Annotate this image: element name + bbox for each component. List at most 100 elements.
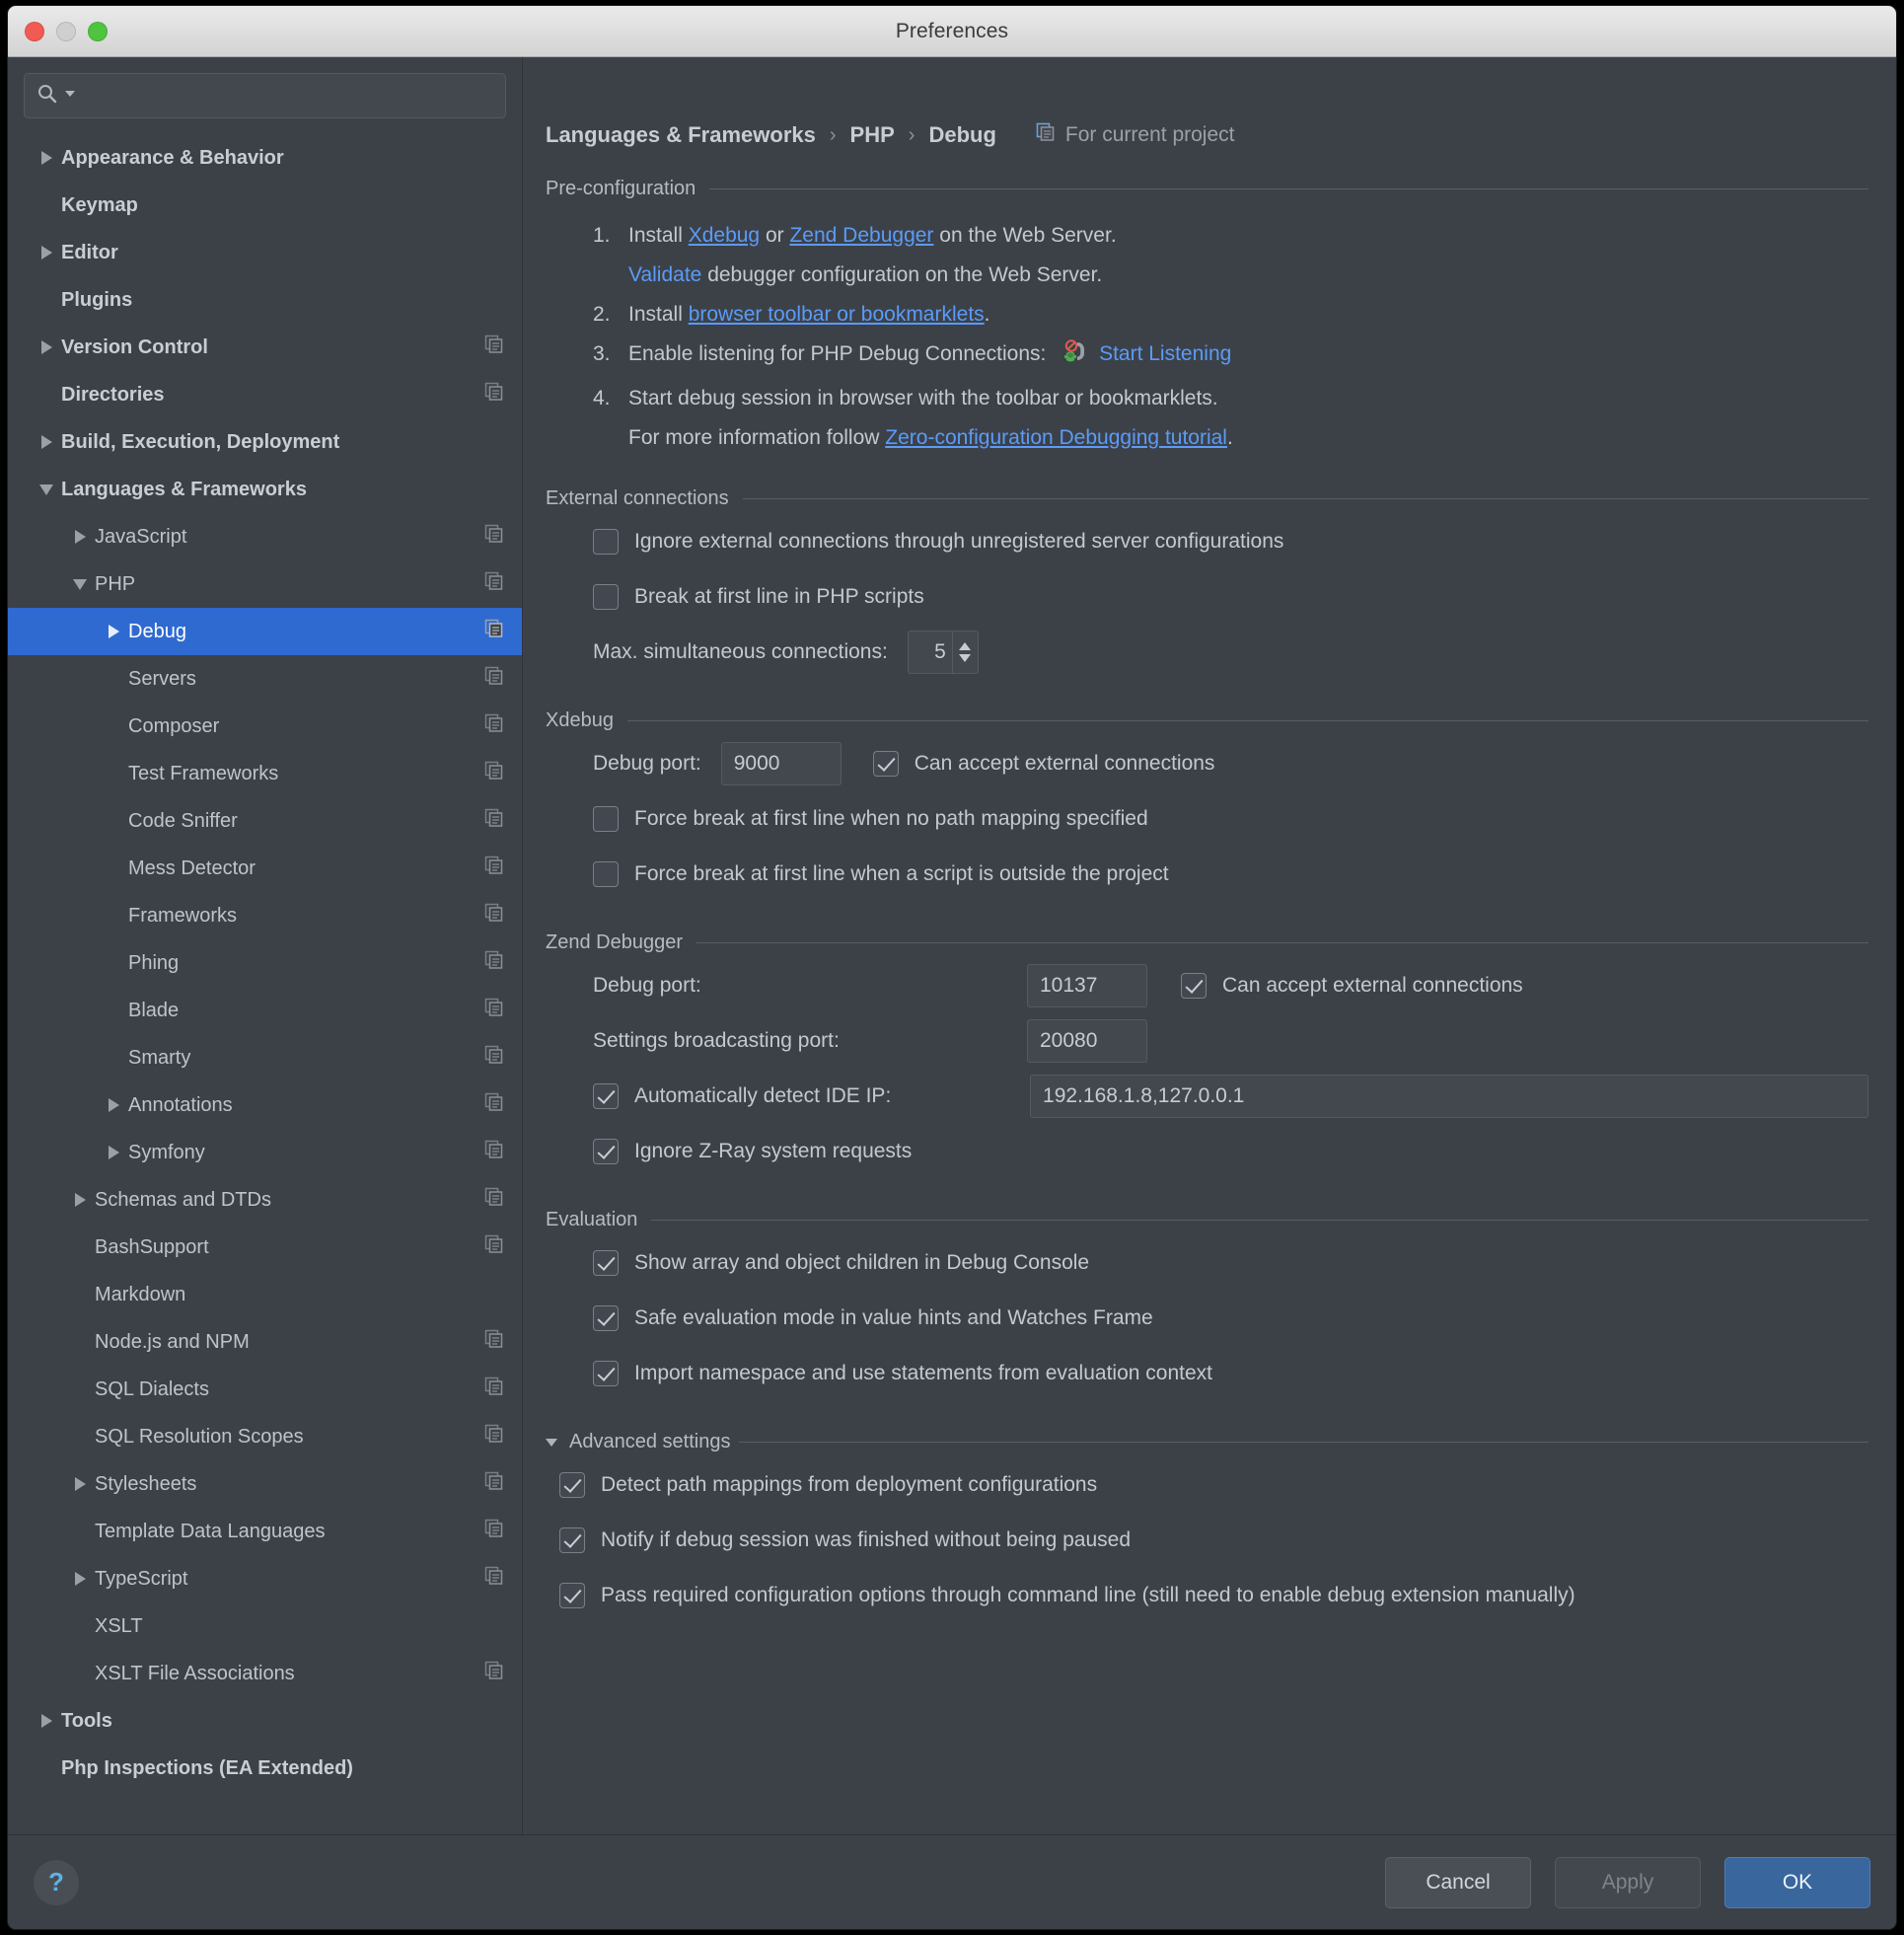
- sidebar-item-sql-dialects[interactable]: SQL Dialects: [8, 1366, 522, 1413]
- search-dropdown-icon[interactable]: [64, 87, 76, 105]
- ide-ip-input[interactable]: [1030, 1075, 1868, 1118]
- sidebar-item-bashsupport[interactable]: BashSupport: [8, 1224, 522, 1271]
- pass-required-config-checkbox[interactable]: [559, 1583, 585, 1608]
- checkbox-row-safe-eval[interactable]: Safe evaluation mode in value hints and …: [546, 1291, 1868, 1346]
- cancel-button[interactable]: Cancel: [1385, 1857, 1531, 1908]
- sidebar-item-schemas-and-dtds[interactable]: Schemas and DTDs: [8, 1176, 522, 1224]
- xdebug-can-accept-checkbox[interactable]: [873, 751, 899, 777]
- sidebar-item-sql-resolution-scopes[interactable]: SQL Resolution Scopes: [8, 1413, 522, 1460]
- group-advanced-settings[interactable]: Advanced settings: [546, 1431, 1868, 1453]
- checkbox-row-break-first-line[interactable]: Break at first line in PHP scripts: [546, 569, 1868, 625]
- search-box[interactable]: [24, 73, 506, 118]
- chevron-right-icon[interactable]: [99, 625, 128, 638]
- zero-config-tutorial-link[interactable]: Zero-configuration Debugging tutorial: [885, 426, 1227, 449]
- sidebar-item-code-sniffer[interactable]: Code Sniffer: [8, 797, 522, 845]
- max-connections-stepper[interactable]: [908, 631, 979, 674]
- apply-button[interactable]: Apply: [1555, 1857, 1701, 1908]
- help-button[interactable]: ?: [34, 1860, 79, 1905]
- ignore-external-checkbox[interactable]: [593, 529, 619, 555]
- checkbox-row-pass-required-config[interactable]: Pass required configuration options thro…: [546, 1568, 1868, 1623]
- stepper-down-icon[interactable]: [959, 654, 971, 662]
- chevron-right-icon[interactable]: [32, 151, 61, 165]
- sidebar-item-plugins[interactable]: Plugins: [8, 276, 522, 324]
- breadcrumb-item-languages[interactable]: Languages & Frameworks: [546, 122, 816, 148]
- checkbox-row-import-namespace[interactable]: Import namespace and use statements from…: [546, 1346, 1868, 1401]
- sidebar-item-editor[interactable]: Editor: [8, 229, 522, 276]
- sidebar-item-javascript[interactable]: JavaScript: [8, 513, 522, 560]
- checkbox-row-show-children[interactable]: Show array and object children in Debug …: [546, 1235, 1868, 1291]
- zend-broadcasting-port-input[interactable]: [1027, 1019, 1147, 1063]
- sidebar-item-xslt[interactable]: XSLT: [8, 1602, 522, 1650]
- sidebar-item-servers[interactable]: Servers: [8, 655, 522, 703]
- chevron-right-icon[interactable]: [65, 1477, 95, 1491]
- chevron-right-icon[interactable]: [32, 1714, 61, 1728]
- settings-tree[interactable]: Appearance & BehaviorKeymapEditorPlugins…: [8, 130, 522, 1834]
- checkbox-row-ignore-external[interactable]: Ignore external connections through unre…: [546, 514, 1868, 569]
- force-break-outside-checkbox[interactable]: [593, 861, 619, 887]
- sidebar-item-keymap[interactable]: Keymap: [8, 182, 522, 229]
- sidebar-item-symfony[interactable]: Symfony: [8, 1129, 522, 1176]
- sidebar-item-typescript[interactable]: TypeScript: [8, 1555, 522, 1602]
- browser-toolbar-link[interactable]: browser toolbar or bookmarklets: [689, 303, 985, 326]
- checkbox-row-notify-session-finished[interactable]: Notify if debug session was finished wit…: [546, 1513, 1868, 1568]
- sidebar-item-directories[interactable]: Directories: [8, 371, 522, 418]
- checkbox-row-detect-path-mappings[interactable]: Detect path mappings from deployment con…: [546, 1457, 1868, 1513]
- start-listening-link[interactable]: Start Listening: [1099, 342, 1231, 365]
- chevron-right-icon[interactable]: [99, 1098, 128, 1112]
- sidebar-item-blade[interactable]: Blade: [8, 987, 522, 1034]
- ok-button[interactable]: OK: [1724, 1857, 1870, 1908]
- notify-session-finished-checkbox[interactable]: [559, 1527, 585, 1553]
- sidebar-item-annotations[interactable]: Annotations: [8, 1081, 522, 1129]
- stepper-arrows[interactable]: [952, 632, 978, 673]
- chevron-right-icon[interactable]: [65, 1572, 95, 1586]
- search-input[interactable]: [82, 85, 493, 107]
- chevron-right-icon[interactable]: [32, 435, 61, 449]
- show-children-checkbox[interactable]: [593, 1250, 619, 1276]
- sidebar-item-php[interactable]: PHP: [8, 560, 522, 608]
- chevron-right-icon[interactable]: [32, 246, 61, 260]
- force-break-no-mapping-checkbox[interactable]: [593, 806, 619, 832]
- sidebar-item-languages-frameworks[interactable]: Languages & Frameworks: [8, 466, 522, 513]
- zend-debugger-link[interactable]: Zend Debugger: [789, 224, 933, 247]
- zend-debug-port-input[interactable]: [1027, 964, 1147, 1007]
- chevron-down-icon[interactable]: [546, 1439, 557, 1447]
- sidebar-item-xslt-file-associations[interactable]: XSLT File Associations: [8, 1650, 522, 1697]
- detect-path-mappings-checkbox[interactable]: [559, 1472, 585, 1498]
- chevron-right-icon[interactable]: [65, 1193, 95, 1207]
- sidebar-item-appearance-behavior[interactable]: Appearance & Behavior: [8, 134, 522, 182]
- chevron-right-icon[interactable]: [65, 530, 95, 544]
- safe-eval-checkbox[interactable]: [593, 1305, 619, 1331]
- sidebar-item-tools[interactable]: Tools: [8, 1697, 522, 1745]
- sidebar-item-php-inspections-ea-extended[interactable]: Php Inspections (EA Extended): [8, 1745, 522, 1792]
- sidebar-item-version-control[interactable]: Version Control: [8, 324, 522, 371]
- sidebar-item-phing[interactable]: Phing: [8, 939, 522, 987]
- sidebar-item-frameworks[interactable]: Frameworks: [8, 892, 522, 939]
- checkbox-row-force-break-no-mapping[interactable]: Force break at first line when no path m…: [546, 791, 1868, 847]
- stepper-up-icon[interactable]: [959, 642, 971, 650]
- validate-link[interactable]: Validate: [628, 263, 701, 286]
- breadcrumb-item-php[interactable]: PHP: [850, 122, 895, 148]
- chevron-down-icon[interactable]: [65, 579, 95, 590]
- checkbox-row-force-break-outside[interactable]: Force break at first line when a script …: [546, 847, 1868, 902]
- sidebar-item-composer[interactable]: Composer: [8, 703, 522, 750]
- sidebar-item-template-data-languages[interactable]: Template Data Languages: [8, 1508, 522, 1555]
- sidebar-item-mess-detector[interactable]: Mess Detector: [8, 845, 522, 892]
- sidebar-item-node-js-and-npm[interactable]: Node.js and NPM: [8, 1318, 522, 1366]
- chevron-down-icon[interactable]: [32, 484, 61, 495]
- import-namespace-checkbox[interactable]: [593, 1361, 619, 1386]
- checkbox-row-ignore-zray[interactable]: Ignore Z-Ray system requests: [546, 1124, 1868, 1179]
- break-first-line-checkbox[interactable]: [593, 584, 619, 610]
- sidebar-item-markdown[interactable]: Markdown: [8, 1271, 522, 1318]
- sidebar-item-test-frameworks[interactable]: Test Frameworks: [8, 750, 522, 797]
- xdebug-debug-port-input[interactable]: [721, 742, 842, 785]
- sidebar-item-build-execution-deployment[interactable]: Build, Execution, Deployment: [8, 418, 522, 466]
- breadcrumb-item-debug[interactable]: Debug: [928, 122, 995, 148]
- sidebar-item-debug[interactable]: Debug: [8, 608, 522, 655]
- auto-detect-ide-ip-checkbox[interactable]: [593, 1083, 619, 1109]
- zend-can-accept-checkbox[interactable]: [1181, 973, 1207, 999]
- sidebar-item-stylesheets[interactable]: Stylesheets: [8, 1460, 522, 1508]
- max-connections-input[interactable]: [909, 632, 952, 673]
- chevron-right-icon[interactable]: [99, 1146, 128, 1159]
- sidebar-item-smarty[interactable]: Smarty: [8, 1034, 522, 1081]
- ignore-zray-checkbox[interactable]: [593, 1139, 619, 1164]
